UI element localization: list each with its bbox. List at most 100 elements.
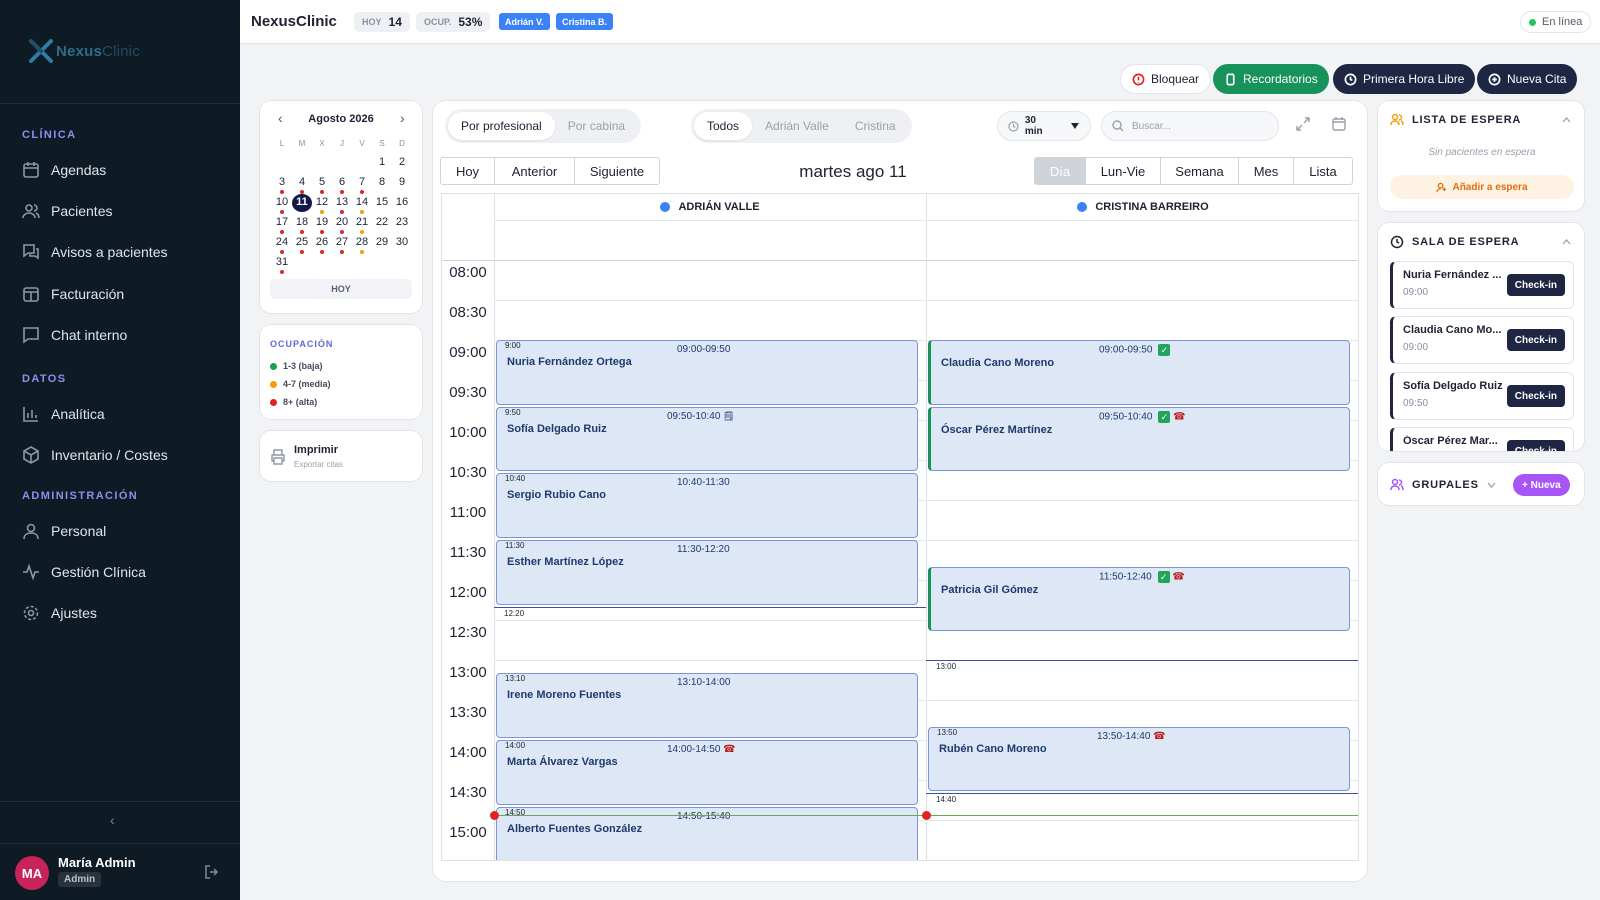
calendar-day[interactable]: 12 <box>312 194 332 214</box>
calendar-day[interactable]: 4 <box>292 174 312 194</box>
checkin-button[interactable]: Check-in <box>1506 274 1565 296</box>
sidebar-item-inventario[interactable]: Inventario / Costes <box>22 444 168 466</box>
calendar-day[interactable]: 17 <box>272 214 292 234</box>
checkin-button[interactable]: Check-in <box>1506 385 1565 407</box>
bloquear-button[interactable]: Bloquear <box>1120 64 1212 94</box>
filter-cristina[interactable]: Cristina <box>842 112 909 140</box>
calendar-day[interactable]: 10 <box>272 194 292 214</box>
appointment[interactable]: Patricia Gil Gómez 11:50-12:40 ✓ ☎ <box>928 566 1350 632</box>
sidebar-item-ajustes[interactable]: Ajustes <box>22 602 97 624</box>
calendar-day[interactable]: 20 <box>332 214 352 234</box>
calendar-day[interactable]: 6 <box>332 174 352 194</box>
calendar-day[interactable]: 16 <box>392 194 412 212</box>
calendar-day[interactable]: 1 <box>372 154 392 172</box>
view-lunvie-button[interactable]: Lun-Vie <box>1086 158 1161 184</box>
professional-tag[interactable]: Adrián V. <box>499 13 550 30</box>
appointment-start: 9:00 <box>505 341 521 350</box>
calendar-day[interactable]: 13 <box>332 194 352 214</box>
calendar-day[interactable]: 18 <box>292 214 312 234</box>
calendar-day[interactable]: 5 <box>312 174 332 194</box>
view-dia-button[interactable]: Día <box>1035 158 1086 184</box>
appointment[interactable]: 10:40 Sergio Rubio Cano 10:40-11:30 <box>496 473 918 538</box>
view-semana-button[interactable]: Semana <box>1161 158 1239 184</box>
collapse-sidebar-button[interactable]: ‹ <box>110 812 115 828</box>
calendar-day[interactable]: 29 <box>372 234 392 252</box>
new-group-button[interactable]: + Nueva <box>1513 474 1570 496</box>
calendar-day[interactable]: 15 <box>372 194 392 212</box>
today-button[interactable]: HOY <box>270 279 412 299</box>
expand-icon[interactable] <box>1295 116 1311 132</box>
users-icon <box>22 204 40 219</box>
appointment[interactable]: 13:10 Irene Moreno Fuentes 13:10-14:00 <box>496 673 918 738</box>
user-role-badge: Admin <box>58 872 102 887</box>
today-nav-button[interactable]: Hoy <box>441 158 495 184</box>
tab-por-cabina[interactable]: Por cabina <box>555 112 638 140</box>
logout-icon[interactable] <box>204 864 220 880</box>
next-month-button[interactable]: › <box>400 110 405 126</box>
sidebar-item-pacientes[interactable]: Pacientes <box>22 200 112 222</box>
calendar-day[interactable]: 8 <box>372 174 392 192</box>
checkin-button[interactable]: Check-in <box>1506 329 1565 351</box>
calendar-day[interactable]: 23 <box>392 214 412 232</box>
calendar-day[interactable]: 11 <box>292 194 312 212</box>
professional-tag[interactable]: Cristina B. <box>556 13 614 30</box>
prev-day-button[interactable]: Anterior <box>495 158 575 184</box>
filter-adrian[interactable]: Adrián Valle <box>752 112 842 140</box>
nueva-cita-button[interactable]: Nueva Cita <box>1477 64 1578 94</box>
sidebar-item-avisos[interactable]: Avisos a pacientes <box>22 241 167 263</box>
checkin-button[interactable]: Check-in <box>1506 440 1565 451</box>
waitlist-header[interactable]: LISTA DE ESPERA <box>1390 113 1521 127</box>
free-slot-time: 13:00 <box>936 662 957 671</box>
sidebar-item-personal[interactable]: Personal <box>22 520 106 542</box>
appointment[interactable]: Óscar Pérez Martínez 09:50-10:40 ✓ ☎ <box>928 406 1350 472</box>
waiting-room-header[interactable]: SALA DE ESPERA <box>1390 235 1519 249</box>
sidebar-item-chat[interactable]: Chat interno <box>22 324 127 346</box>
groups-header[interactable]: GRUPALES <box>1390 478 1496 492</box>
waitlist-empty-text: Sin pacientes en espera <box>1428 147 1536 158</box>
appointment[interactable]: 14:00 Marta Álvarez Vargas 14:00-14:50 ☎ <box>496 740 918 805</box>
calendar-day[interactable]: 28 <box>352 234 372 254</box>
slot-duration-select[interactable]: 30 min <box>997 111 1091 141</box>
sidebar-item-agendas[interactable]: Agendas <box>22 159 106 181</box>
search-input[interactable]: Buscar... <box>1101 111 1279 141</box>
weekday-label: D <box>399 139 405 148</box>
calendar-day[interactable]: 14 <box>352 194 372 214</box>
weekday-label: L <box>279 139 285 148</box>
calendar-picker-icon[interactable] <box>1331 116 1347 132</box>
appointment[interactable]: Claudia Cano Moreno 09:00-09:50 ✓ <box>928 340 1350 405</box>
filter-todos[interactable]: Todos <box>694 112 753 140</box>
calendar-day[interactable]: 25 <box>292 234 312 254</box>
calendar-day[interactable]: 24 <box>272 234 292 254</box>
tab-por-profesional[interactable]: Por profesional <box>448 112 555 140</box>
sidebar-item-facturacion[interactable]: Facturación <box>22 283 124 305</box>
calendar-day[interactable]: 9 <box>392 174 412 192</box>
chevron-up-icon[interactable] <box>1562 117 1571 123</box>
appointment[interactable]: 9:50 Sofía Delgado Ruiz 09:50-10:40 🗒 <box>496 406 918 472</box>
occupancy-title: OCUPACIÓN <box>270 339 334 349</box>
add-to-waitlist-button[interactable]: Añadir a espera <box>1390 175 1574 199</box>
next-day-button[interactable]: Siguiente <box>575 158 659 184</box>
calendar-day[interactable]: 3 <box>272 174 292 194</box>
app-logo[interactable]: NexusClinic <box>28 38 140 64</box>
calendar-day[interactable]: 21 <box>352 214 372 234</box>
calendar-day[interactable]: 26 <box>312 234 332 254</box>
calendar-day[interactable]: 22 <box>372 214 392 232</box>
print-button[interactable]: Imprimir Exportar citas <box>259 430 423 482</box>
calendar-day[interactable]: 31 <box>272 254 292 274</box>
sidebar-item-gestion[interactable]: Gestión Clínica <box>22 561 146 583</box>
sidebar-item-analitica[interactable]: Analítica <box>22 403 105 425</box>
calendar-day[interactable]: 2 <box>392 154 412 172</box>
view-lista-button[interactable]: Lista <box>1294 158 1352 184</box>
calendar-day[interactable]: 19 <box>312 214 332 234</box>
appointment[interactable]: 9:00 Nuria Fernández Ortega 09:00-09:50 <box>496 340 918 405</box>
appointment[interactable]: 11:30 Esther Martínez López 11:30-12:20 <box>496 540 918 605</box>
primera-hora-libre-button[interactable]: Primera Hora Libre <box>1333 64 1476 94</box>
calendar-day[interactable]: 7 <box>352 174 372 194</box>
avatar[interactable]: MA <box>15 856 49 890</box>
calendar-day[interactable]: 30 <box>392 234 412 252</box>
calendar-day[interactable]: 27 <box>332 234 352 254</box>
appointment[interactable]: 13:50 Rubén Cano Moreno 13:50-14:40 ☎ <box>928 726 1350 792</box>
recordatorios-button[interactable]: Recordatorios <box>1213 64 1329 94</box>
view-mes-button[interactable]: Mes <box>1239 158 1294 184</box>
chevron-up-icon[interactable] <box>1562 239 1571 245</box>
